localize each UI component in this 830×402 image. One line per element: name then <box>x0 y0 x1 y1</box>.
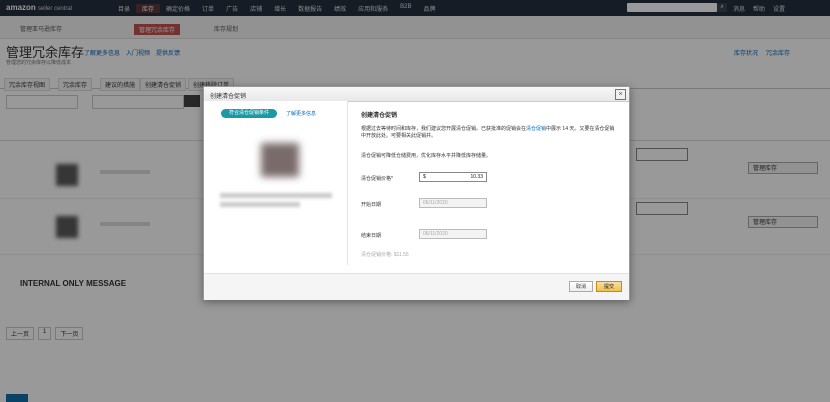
end-date-label: 结束日期 <box>361 233 382 239</box>
form-description: 根据过去等待时间和库存，我们建议您开展清仓促销。已获批准的促销会在清仓促销中展示… <box>361 126 615 139</box>
end-date-field: 06/11/2020 <box>419 229 487 239</box>
dialog-footer: 取消 提交 <box>204 273 629 300</box>
create-clearance-dialog: 创建清仓促销 × 符合清仓促销条件 了解更多信息 创建清仓促销 根据过去等待时间… <box>203 86 630 300</box>
product-name-redacted <box>220 193 332 198</box>
start-date-label: 开始日期 <box>361 202 382 208</box>
price-label: 清仓促销价格* <box>361 176 393 182</box>
product-pane: 符合清仓促销条件 了解更多信息 <box>204 101 348 265</box>
form-title: 创建清仓促销 <box>361 113 398 119</box>
close-icon[interactable]: × <box>615 89 626 100</box>
clearance-form: 创建清仓促销 根据过去等待时间和库存，我们建议您开展清仓促销。已获批准的促销会在… <box>361 101 629 265</box>
eligibility-badge: 符合清仓促销条件 <box>221 109 277 118</box>
start-date-field: 06/11/2020 <box>419 198 487 208</box>
product-name-redacted <box>220 202 300 207</box>
form-hint: 清仓促销可降低仓储费用，优化库存水平并降低库存储量。 <box>361 153 492 159</box>
price-input[interactable]: $ 10.33 <box>419 172 487 182</box>
dialog-title: 创建清仓促销 <box>210 94 247 100</box>
price-note: 清仓促销价格: $11.55 <box>361 252 409 258</box>
product-image <box>261 143 299 177</box>
cancel-button[interactable]: 取消 <box>569 281 593 292</box>
clearance-link[interactable]: 清仓促销 <box>526 126 546 132</box>
dialog-header: 创建清仓促销 × <box>204 87 629 102</box>
submit-button[interactable]: 提交 <box>596 281 622 292</box>
learn-more-link[interactable]: 了解更多信息 <box>286 110 316 117</box>
